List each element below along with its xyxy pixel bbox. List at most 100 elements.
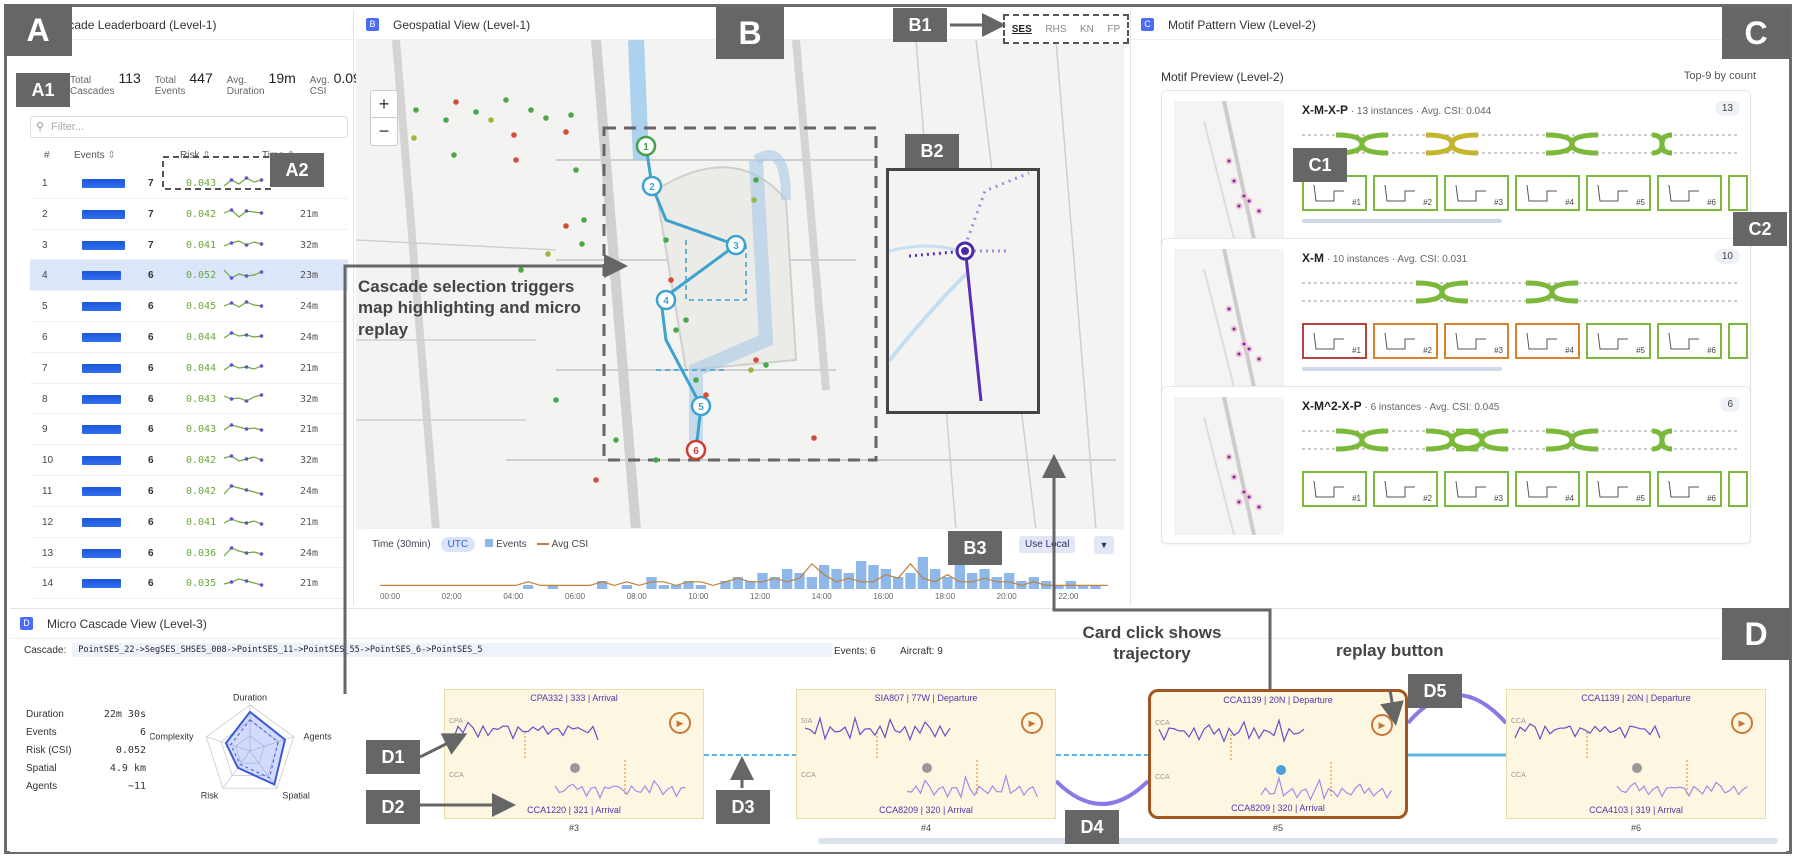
replay-card[interactable]: CCA1139 | 20N | Departure CCA8209 | 320 |…	[1148, 689, 1408, 819]
timeline-dropdown[interactable]: ▼	[1094, 536, 1114, 554]
event-point[interactable]	[413, 107, 419, 113]
event-point[interactable]	[673, 327, 679, 333]
event-point[interactable]	[613, 437, 619, 443]
event-point[interactable]	[579, 241, 585, 247]
motif-instance-card[interactable]: #3	[1444, 323, 1509, 359]
event-point[interactable]	[668, 277, 674, 283]
zoom-in-button[interactable]: +	[371, 91, 397, 118]
event-point[interactable]	[488, 117, 494, 123]
event-point[interactable]	[581, 217, 587, 223]
motif-instance-card[interactable]	[1728, 323, 1748, 359]
table-row[interactable]: 14 6 0.035 21m	[30, 568, 348, 600]
event-point[interactable]	[751, 197, 757, 203]
event-point[interactable]	[543, 115, 549, 121]
motif-instance-card[interactable]: #6	[1657, 471, 1722, 507]
event-point[interactable]	[451, 152, 457, 158]
cascade-node[interactable]: 3	[725, 234, 747, 256]
event-point[interactable]	[703, 392, 709, 398]
event-point[interactable]	[443, 117, 449, 123]
event-point[interactable]	[573, 167, 579, 173]
event-point[interactable]	[563, 129, 569, 135]
event-point[interactable]	[518, 267, 524, 273]
motif-thumbnail[interactable]	[1174, 248, 1284, 388]
col-events[interactable]: Events ⇕	[74, 150, 116, 161]
motif-scrollbar[interactable]	[1302, 367, 1502, 371]
event-point[interactable]	[553, 397, 559, 403]
motif-card[interactable]: X-M-X-P · 13 instances · Avg. CSI: 0.044…	[1161, 90, 1751, 248]
table-row[interactable]: 5 6 0.045 24m	[30, 291, 348, 322]
event-point[interactable]	[453, 99, 459, 105]
replay-card[interactable]: SIA807 | 77W | Departure CCA8209 | 320 | …	[796, 689, 1056, 819]
cascade-node[interactable]: 4	[655, 289, 677, 311]
motif-instance-card[interactable]: #3	[1444, 471, 1509, 507]
event-point[interactable]	[653, 457, 659, 463]
table-row[interactable]: 4 6 0.052 23m	[30, 260, 348, 292]
motif-preview-sub[interactable]: Top-9 by count	[1684, 70, 1756, 82]
map-tab-kn[interactable]: KN	[1080, 24, 1094, 35]
motif-instance-card[interactable]: #1	[1302, 323, 1367, 359]
motif-instance-card[interactable]: #2	[1373, 175, 1438, 211]
motif-instance-card[interactable]: #6	[1657, 323, 1722, 359]
event-point[interactable]	[411, 135, 417, 141]
event-point[interactable]	[683, 317, 689, 323]
col-risk[interactable]: Risk ⇕	[180, 150, 211, 161]
motif-instance-card[interactable]: #2	[1373, 323, 1438, 359]
replay-card[interactable]: CCA1139 | 20N | Departure CCA4103 | 319 |…	[1506, 689, 1766, 819]
event-point[interactable]	[763, 362, 769, 368]
event-point[interactable]	[503, 97, 509, 103]
replay-card[interactable]: CPA332 | 333 | Arrival CCA1220 | 321 | Ar…	[444, 689, 704, 819]
cascade-node[interactable]: 1	[635, 135, 657, 157]
table-row[interactable]: 12 6 0.041 21m	[30, 507, 348, 538]
motif-instance-card[interactable]: #5	[1586, 471, 1651, 507]
event-point[interactable]	[753, 177, 759, 183]
motif-instance-card[interactable]: #4	[1515, 471, 1580, 507]
motif-instance-card[interactable]: #4	[1515, 175, 1580, 211]
table-row[interactable]: 3 7 0.041 32m	[30, 230, 348, 261]
zoom-out-button[interactable]: −	[371, 118, 397, 145]
event-point[interactable]	[753, 357, 759, 363]
event-point[interactable]	[511, 132, 517, 138]
motif-instance-card[interactable]: #6	[1657, 175, 1722, 211]
motif-instance-card[interactable]: #2	[1373, 471, 1438, 507]
event-point[interactable]	[811, 435, 817, 441]
map-tab-fp[interactable]: FP	[1107, 24, 1120, 35]
col-num[interactable]: #	[44, 150, 50, 161]
table-row[interactable]: 2 7 0.042 21m	[30, 199, 348, 230]
event-point[interactable]	[528, 107, 534, 113]
event-point[interactable]	[473, 109, 479, 115]
trajectory-inset[interactable]	[886, 168, 1040, 414]
map-tab-rhs[interactable]: RHS	[1045, 24, 1066, 35]
motif-instance-card[interactable]: #1	[1302, 471, 1367, 507]
use-local-button[interactable]: Use Local	[1019, 536, 1076, 553]
motif-instance-card[interactable]: #5	[1586, 323, 1651, 359]
event-point[interactable]	[748, 367, 754, 373]
table-row[interactable]: 11 6 0.042 24m	[30, 476, 348, 507]
event-point[interactable]	[693, 377, 699, 383]
cascade-node[interactable]: 2	[641, 175, 663, 197]
motif-thumbnail[interactable]	[1174, 396, 1284, 536]
table-row[interactable]: 9 6 0.043 21m	[30, 414, 348, 446]
map-tab-ses[interactable]: SES	[1012, 24, 1032, 35]
motif-card[interactable]: X-M · 10 instances · Avg. CSI: 0.031 10 #1…	[1161, 238, 1751, 396]
table-row[interactable]: 10 6 0.042 32m	[30, 445, 348, 476]
event-point[interactable]	[545, 251, 551, 257]
motif-instance-card[interactable]: #4	[1515, 323, 1580, 359]
event-point[interactable]	[568, 112, 574, 118]
time-histogram[interactable]: Time (30min) UTC Events Avg CSI Use Loca…	[364, 528, 1118, 601]
table-row[interactable]: 8 6 0.043 32m	[30, 384, 348, 415]
motif-instance-card[interactable]	[1728, 471, 1748, 507]
cascade-node[interactable]: 5	[690, 395, 712, 417]
table-row[interactable]: 13 6 0.036 24m	[30, 538, 348, 569]
motif-instance-card[interactable]	[1728, 175, 1748, 211]
event-point[interactable]	[563, 223, 569, 229]
motif-instance-card[interactable]: #3	[1444, 175, 1509, 211]
motif-scrollbar[interactable]	[1302, 219, 1502, 223]
event-point[interactable]	[593, 477, 599, 483]
motif-thumbnail[interactable]	[1174, 100, 1284, 240]
table-row[interactable]: 7 6 0.044 21m	[30, 353, 348, 384]
event-point[interactable]	[513, 157, 519, 163]
table-row[interactable]: 6 6 0.044 24m	[30, 322, 348, 353]
event-point[interactable]	[663, 237, 669, 243]
replay-scrollbar[interactable]	[818, 838, 1778, 844]
motif-card[interactable]: X-M^2-X-P · 6 instances · Avg. CSI: 0.04…	[1161, 386, 1751, 544]
